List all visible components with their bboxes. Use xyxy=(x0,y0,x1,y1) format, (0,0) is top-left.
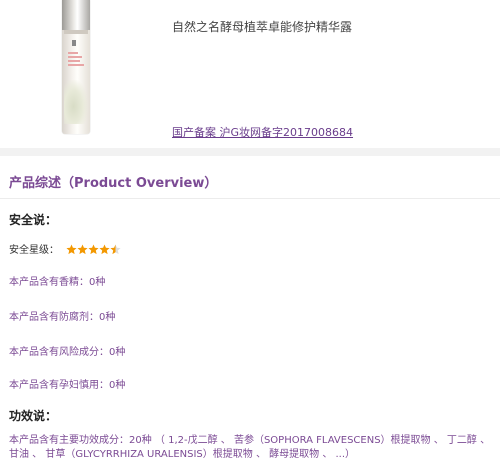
overview-card: 产品综述（Product Overview） 安全说： 安全星级： 本产品含有香… xyxy=(0,156,500,462)
product-bottle-image[interactable] xyxy=(40,0,110,138)
safety-heading: 安全说： xyxy=(9,213,58,227)
section-title: 产品综述（Product Overview） xyxy=(9,176,218,191)
safety-rating-row: 安全星级： xyxy=(9,238,121,256)
bottle-cap xyxy=(62,0,90,30)
bottle-label-line xyxy=(68,64,84,66)
safety-rating-label: 安全星级： xyxy=(9,245,59,256)
product-name: 自然之名酵母植萃卓能修护精华露 xyxy=(172,20,353,34)
info-line-preservative: 本产品含有防腐剂：0种 xyxy=(9,312,116,323)
divider xyxy=(0,198,500,199)
info-line-pregnancy: 本产品含有孕妇慎用：0种 xyxy=(9,380,126,391)
info-line-fragrance: 本产品含有香精：0种 xyxy=(9,277,106,288)
effect-text: 本产品含有主要功效成分：20种 （ 1,2-戊二醇 、 苦参（SOPHORA F… xyxy=(9,435,491,460)
star-icon xyxy=(77,244,88,255)
star-icon xyxy=(88,244,99,255)
effect-heading: 功效说： xyxy=(9,409,58,423)
bottle-label-line xyxy=(68,52,78,54)
registration-link[interactable]: 国产备案 沪G妆网备字2017008684 xyxy=(172,124,353,140)
safety-rating-stars xyxy=(66,239,121,258)
bottle-label-line xyxy=(68,56,82,58)
star-icon xyxy=(110,244,121,255)
bottle-logo-mark xyxy=(72,40,76,46)
bottle-neck xyxy=(64,30,88,34)
star-icon xyxy=(99,244,110,255)
star-icon xyxy=(66,244,77,255)
bottle-label-line xyxy=(68,60,80,62)
info-line-risk: 本产品含有风险成分：0种 xyxy=(9,347,126,358)
bottle-leaf-graphic xyxy=(64,80,88,124)
product-card: 自然之名酵母植萃卓能修护精华露 国产备案 沪G妆网备字2017008684 xyxy=(0,0,500,148)
